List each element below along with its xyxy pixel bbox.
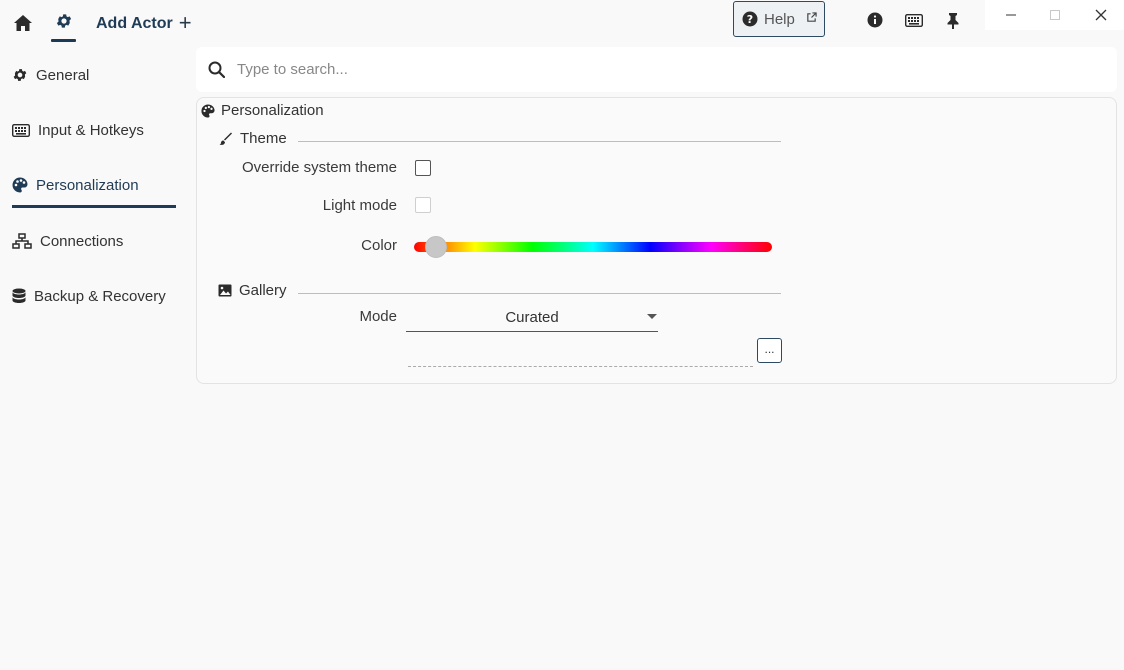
gallery-divider [298,293,781,294]
sidebar-active-indicator [12,205,176,208]
gear-icon [12,67,28,83]
sidebar-item-label: Personalization [36,176,139,194]
sidebar-item-backup-recovery[interactable]: Backup & Recovery [12,281,166,311]
network-icon [12,233,32,249]
gallery-title-text: Gallery [239,282,287,299]
override-theme-label: Override system theme [241,159,397,176]
section-personalization-title: Personalization [201,102,324,119]
pin-icon[interactable] [946,12,960,30]
sidebar-item-connections[interactable]: Connections [12,226,123,256]
theme-group-title: Theme [219,130,287,147]
plus-icon: + [178,10,192,35]
svg-text:?: ? [747,13,753,26]
color-label: Color [361,237,397,254]
sidebar-item-label: General [36,66,90,84]
theme-divider [298,141,781,142]
minimize-icon[interactable] [988,0,1034,30]
add-actor-button[interactable]: Add Actor + [96,12,192,36]
color-hue-slider-track[interactable] [414,242,772,252]
help-label: Help [764,10,795,28]
color-hue-slider-thumb[interactable] [425,236,447,258]
home-icon[interactable] [13,14,33,32]
palette-icon [12,177,28,193]
sidebar-item-personalization[interactable]: Personalization [12,170,139,200]
gear-icon[interactable] [55,12,73,30]
question-circle-icon: ? [742,11,758,27]
maximize-icon[interactable] [1032,0,1078,30]
search-bar [196,47,1117,92]
brush-icon [219,132,233,146]
sidebar-item-label: Input & Hotkeys [38,121,144,139]
external-link-icon [806,12,817,23]
keyboard-icon [11,123,31,137]
add-actor-label: Add Actor [96,15,173,32]
gallery-path-input[interactable] [408,350,753,367]
info-icon[interactable] [867,12,883,28]
theme-title-text: Theme [240,130,287,147]
close-icon[interactable] [1078,0,1124,30]
light-mode-checkbox[interactable] [415,197,431,213]
search-icon [208,61,226,79]
gallery-mode-select[interactable]: Curated [406,304,658,332]
sidebar-item-general[interactable]: General [12,60,89,90]
light-mode-label: Light mode [322,197,397,214]
sidebar-item-input-hotkeys[interactable]: Input & Hotkeys [11,115,144,145]
mode-label: Mode [359,308,397,325]
browse-button[interactable]: ... [757,338,782,363]
palette-icon [201,103,215,118]
override-theme-checkbox[interactable] [415,160,431,176]
keyboard-icon[interactable] [904,13,924,28]
gallery-group-title: Gallery [218,282,287,299]
caret-down-icon [647,314,657,319]
title-bar: Add Actor + ? Help [0,0,1124,46]
sidebar-item-label: Backup & Recovery [34,287,166,305]
database-icon [12,288,26,304]
gallery-mode-value: Curated [505,309,559,326]
search-input[interactable] [235,60,1039,79]
image-icon [218,284,232,297]
settings-tab-indicator [51,39,76,42]
section-title-text: Personalization [221,102,324,119]
help-button[interactable]: ? Help [733,1,825,37]
sidebar-item-label: Connections [40,232,124,250]
